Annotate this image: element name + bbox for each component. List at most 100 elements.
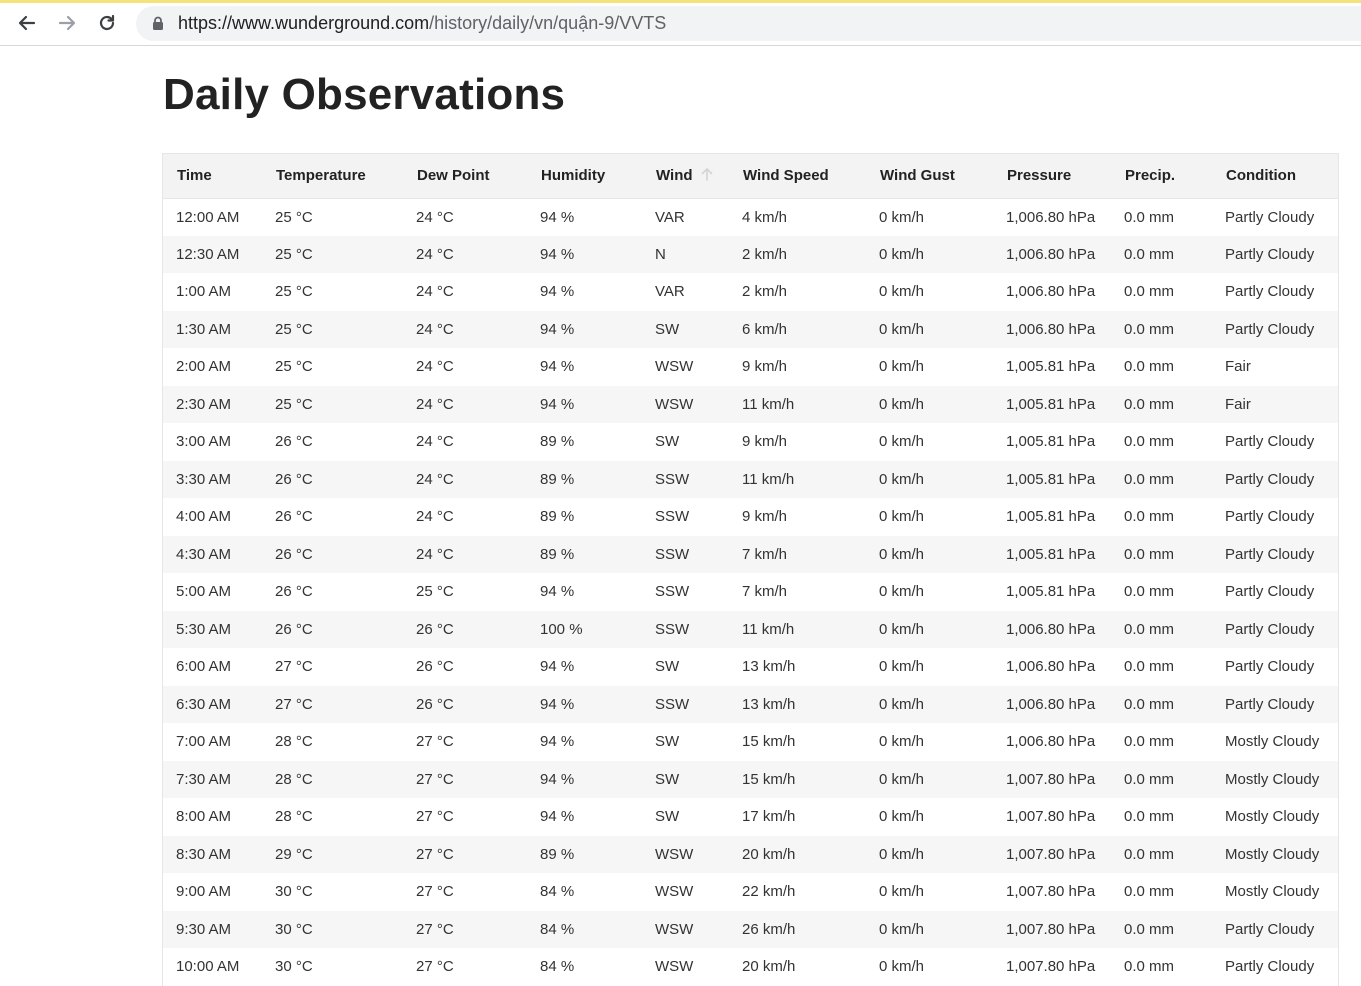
- table-row: 6:30 AM 27 °C 26 °C 94 % SSW 13 km/h 0 km/h 1,0…: [163, 685, 1338, 723]
- column-header-humidity[interactable]: Humidity: [527, 154, 642, 199]
- table-cell: 0.0 mm: [1124, 658, 1175, 676]
- column-header-wind-gust[interactable]: Wind Gust: [866, 154, 993, 199]
- column-header-wind-speed[interactable]: Wind Speed: [729, 154, 866, 199]
- forward-button[interactable]: [53, 9, 81, 37]
- sort-arrow-up-icon[interactable]: [701, 167, 713, 185]
- table-cell: 94 %: [540, 395, 575, 413]
- table-cell: 27 °C: [416, 845, 454, 863]
- table-cell: 0.0 mm: [1124, 808, 1175, 826]
- column-header-condition[interactable]: Condition: [1212, 154, 1338, 199]
- table-cell: 1,005.81 hPa: [1006, 545, 1096, 563]
- table-cell: 1,005.81 hPa: [1006, 395, 1096, 413]
- column-header-time[interactable]: Time: [163, 154, 262, 199]
- table-cell: 24 °C: [416, 208, 454, 226]
- table-cell: 89 %: [540, 433, 575, 451]
- column-header-precip[interactable]: Precip.: [1111, 154, 1212, 199]
- table-cell: 27 °C: [275, 695, 313, 713]
- table-cell: Partly Cloudy: [1225, 508, 1315, 526]
- table-cell: 24 °C: [416, 395, 454, 413]
- table-cell: 9:00 AM: [176, 883, 232, 901]
- table-cell: Mostly Cloudy: [1225, 808, 1320, 826]
- table-cell: 89 %: [540, 508, 575, 526]
- table-cell: 1,007.80 hPa: [1006, 883, 1096, 901]
- page-title: Daily Observations: [163, 70, 566, 119]
- table-cell: 0 km/h: [879, 245, 925, 263]
- arrow-right-icon: [57, 13, 77, 33]
- table-cell: 0 km/h: [879, 508, 925, 526]
- table-cell: 4:00 AM: [176, 508, 232, 526]
- table-row: 2:30 AM 25 °C 24 °C 94 % WSW 11 km/h 0 km/h 1,0…: [163, 385, 1338, 423]
- table-cell: 0.0 mm: [1124, 883, 1175, 901]
- column-header-label: Time: [177, 167, 212, 185]
- table-cell: 8:00 AM: [176, 808, 232, 826]
- table-cell: WSW: [655, 958, 694, 976]
- table-cell: SSW: [655, 470, 690, 488]
- table-row: 9:30 AM 30 °C 27 °C 84 % WSW 26 km/h 0 km/h 1,0…: [163, 910, 1338, 948]
- table-cell: 0 km/h: [879, 845, 925, 863]
- column-header-label: Condition: [1226, 167, 1296, 185]
- table-cell: 0.0 mm: [1124, 433, 1175, 451]
- table-cell: 4:30 AM: [176, 545, 232, 563]
- table-cell: 13 km/h: [742, 658, 796, 676]
- column-header-label: Wind Speed: [743, 167, 829, 185]
- table-cell: Fair: [1225, 395, 1251, 413]
- table-cell: 12:30 AM: [176, 245, 240, 263]
- table-cell: SSW: [655, 545, 690, 563]
- url-text: https://www.wunderground.com/history/dai…: [178, 13, 666, 34]
- back-button[interactable]: [13, 9, 41, 37]
- table-cell: SW: [655, 770, 680, 788]
- address-bar[interactable]: https://www.wunderground.com/history/dai…: [136, 6, 1361, 41]
- column-header-wind[interactable]: Wind: [642, 154, 729, 199]
- table-cell: 1,006.80 hPa: [1006, 283, 1096, 301]
- table-cell: 94 %: [540, 733, 575, 751]
- table-cell: 6 km/h: [742, 320, 788, 338]
- table-cell: Partly Cloudy: [1225, 695, 1315, 713]
- table-cell: WSW: [655, 883, 694, 901]
- table-cell: 0.0 mm: [1124, 920, 1175, 938]
- table-row: 12:00 AM 25 °C 24 °C 94 % VAR 4 km/h 0 km/h 1,0…: [163, 198, 1338, 236]
- reload-icon: [97, 13, 117, 33]
- table-cell: 94 %: [540, 208, 575, 226]
- table-cell: 1,005.81 hPa: [1006, 508, 1096, 526]
- table-cell: 1,006.80 hPa: [1006, 320, 1096, 338]
- table-cell: 6:00 AM: [176, 658, 232, 676]
- table-cell: 24 °C: [416, 508, 454, 526]
- column-header-temperature[interactable]: Temperature: [262, 154, 403, 199]
- table-cell: 7 km/h: [742, 545, 788, 563]
- table-cell: 27 °C: [416, 920, 454, 938]
- reload-button[interactable]: [93, 9, 121, 37]
- table-cell: 1,005.81 hPa: [1006, 470, 1096, 488]
- table-cell: 2:30 AM: [176, 395, 232, 413]
- column-header-pressure[interactable]: Pressure: [993, 154, 1111, 199]
- table-cell: 25 °C: [416, 583, 454, 601]
- table-cell: 12:00 AM: [176, 208, 240, 226]
- table-cell: Partly Cloudy: [1225, 583, 1315, 601]
- table-cell: 20 km/h: [742, 958, 796, 976]
- table-cell: 1,005.81 hPa: [1006, 433, 1096, 451]
- table-row: 3:00 AM 26 °C 24 °C 89 % SW 9 km/h 0 km/h 1,005…: [163, 423, 1338, 461]
- table-cell: 25 °C: [275, 395, 313, 413]
- table-cell: 1:30 AM: [176, 320, 232, 338]
- table-row: 7:00 AM 28 °C 27 °C 94 % SW 15 km/h 0 km/h 1,00…: [163, 723, 1338, 761]
- table-cell: 89 %: [540, 845, 575, 863]
- table-cell: 5:00 AM: [176, 583, 232, 601]
- table-cell: WSW: [655, 920, 694, 938]
- table-cell: 28 °C: [275, 808, 313, 826]
- table-cell: Partly Cloudy: [1225, 470, 1315, 488]
- table-cell: 24 °C: [416, 245, 454, 263]
- table-cell: 26 °C: [275, 583, 313, 601]
- table-cell: 0.0 mm: [1124, 733, 1175, 751]
- table-cell: 0 km/h: [879, 733, 925, 751]
- table-cell: 0.0 mm: [1124, 245, 1175, 263]
- url-path: /history/daily/vn/quận-9/VVTS: [429, 13, 667, 33]
- table-cell: 10:00 AM: [176, 958, 240, 976]
- table-cell: 0 km/h: [879, 620, 925, 638]
- column-header-label: Pressure: [1007, 167, 1072, 185]
- table-cell: VAR: [655, 208, 685, 226]
- table-cell: Mostly Cloudy: [1225, 883, 1320, 901]
- table-cell: SSW: [655, 508, 690, 526]
- table-cell: Partly Cloudy: [1225, 433, 1315, 451]
- table-row: 5:00 AM 26 °C 25 °C 94 % SSW 7 km/h 0 km/h 1,00…: [163, 573, 1338, 611]
- column-header-label: Wind: [656, 166, 693, 184]
- column-header-dew-point[interactable]: Dew Point: [403, 154, 527, 199]
